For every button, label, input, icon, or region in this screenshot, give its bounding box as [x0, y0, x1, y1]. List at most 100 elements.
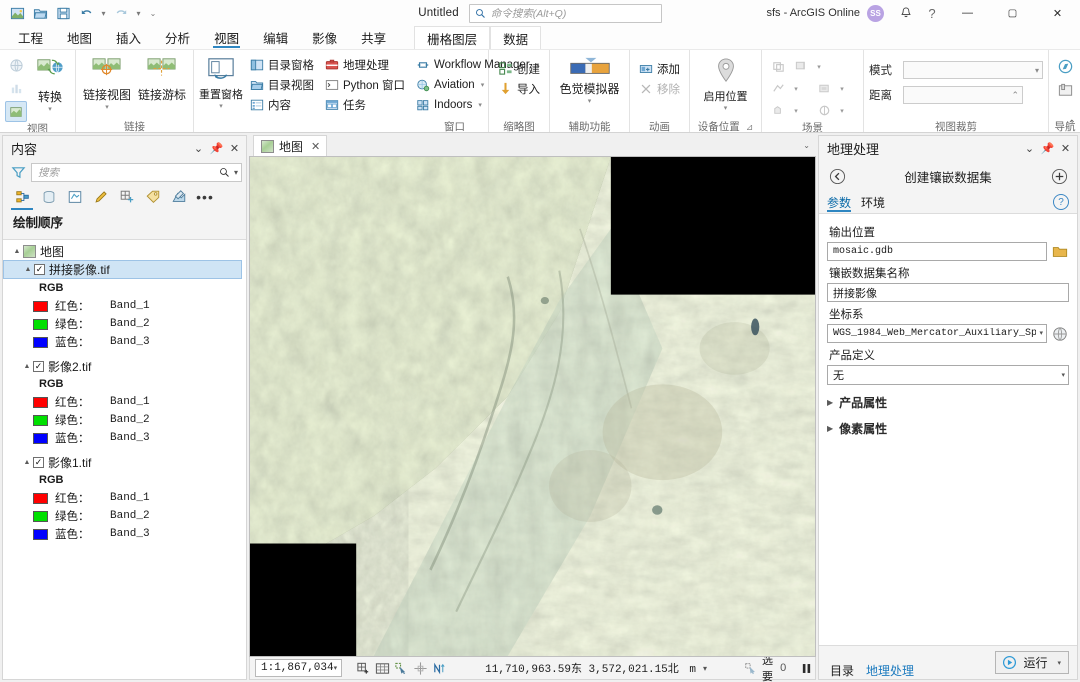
view-tabs-overflow-icon[interactable]: ⌄ — [803, 141, 810, 150]
chevron-down-icon[interactable]: ▾ — [481, 81, 485, 89]
band-color-swatch[interactable] — [33, 414, 48, 426]
band-color-swatch[interactable] — [33, 510, 48, 522]
redo-dropdown-icon[interactable]: ▾ — [133, 3, 144, 23]
dock-tab-geoprocessing[interactable]: 地理处理 — [862, 662, 918, 679]
more-icon[interactable]: ••• — [193, 186, 217, 208]
chevron-down-icon[interactable]: ▾ — [1058, 371, 1065, 379]
list-by-selection-icon[interactable] — [63, 186, 87, 208]
catalog-pane-button[interactable]: 目录窗格 — [246, 55, 318, 74]
question-icon[interactable]: ? — [919, 1, 945, 25]
layer-visibility-checkbox[interactable]: ✓ — [34, 264, 45, 275]
contents-button[interactable]: 内容 — [246, 95, 318, 114]
chevron-down-icon[interactable]: ▾ — [836, 78, 848, 99]
expand-arrow-icon[interactable]: ▲ — [11, 248, 23, 255]
enable-location-button[interactable]: 启用位置 ▾ — [695, 53, 756, 112]
undo-icon[interactable] — [75, 3, 97, 23]
remove-keyframe-button[interactable]: 移除 — [635, 79, 684, 98]
add-data-icon[interactable] — [356, 659, 371, 677]
chevron-down-icon[interactable]: ▾ — [790, 78, 802, 99]
band-color-swatch[interactable] — [33, 396, 48, 408]
tab-data[interactable]: 数据 — [490, 26, 542, 49]
chevron-down-icon[interactable]: ▾ — [836, 100, 848, 121]
contents-search-input[interactable]: 搜索 ▾ — [31, 163, 242, 182]
import-button[interactable]: 导入 — [494, 79, 544, 98]
chevron-down-icon[interactable]: ▾ — [813, 56, 825, 77]
map-canvas[interactable] — [249, 156, 816, 657]
plus-circle-icon[interactable] — [1049, 166, 1069, 186]
new-project-icon[interactable] — [6, 3, 28, 23]
navigator-icon[interactable] — [1054, 56, 1076, 77]
list-by-data-source-icon[interactable] — [37, 186, 61, 208]
open-project-icon[interactable] — [29, 3, 51, 23]
chevron-right-icon[interactable]: ▶ — [827, 398, 833, 407]
tab-imagery[interactable]: 影像 — [300, 26, 349, 49]
link-cursor-button[interactable]: 链接游标 — [136, 53, 188, 103]
scene-tool-4-icon[interactable] — [813, 78, 835, 99]
chevron-down-icon[interactable]: ▾ — [334, 664, 340, 673]
layer-visibility-checkbox[interactable]: ✓ — [33, 360, 44, 372]
chevron-down-icon[interactable]: ▾ — [219, 103, 223, 110]
tab-raster-layer[interactable]: 栅格图层 — [414, 26, 491, 49]
filter-icon[interactable] — [9, 164, 27, 182]
help-icon[interactable]: ? — [1053, 194, 1069, 210]
list-by-snapping-icon[interactable] — [115, 186, 139, 208]
dialog-launcher-icon[interactable]: ⊿ — [746, 122, 754, 132]
tab-edit[interactable]: 编辑 — [251, 26, 300, 49]
pixel-properties-section[interactable]: ▶ 像素属性 — [827, 420, 1069, 437]
mosaic-dataset-name-input[interactable]: 拼接影像 — [827, 283, 1069, 302]
band-color-swatch[interactable] — [33, 336, 48, 348]
list-by-editing-icon[interactable] — [89, 186, 113, 208]
account-label[interactable]: sfs - ArcGIS Online — [766, 7, 860, 19]
redo-icon[interactable] — [110, 3, 132, 23]
tab-view[interactable]: 视图 — [202, 26, 251, 49]
bookmarks-icon[interactable] — [1054, 80, 1076, 101]
catalog-view-button[interactable]: 目录视图 — [246, 75, 318, 94]
chevron-down-icon[interactable]: ▾ — [724, 105, 728, 112]
tab-parameters[interactable]: 参数 — [827, 191, 852, 213]
clip-mode-combo[interactable]: ▾ — [903, 61, 1043, 79]
output-location-input[interactable]: mosaic.gdb — [827, 242, 1047, 261]
spinner-icon[interactable]: ⌃ — [1011, 90, 1019, 101]
command-search-input[interactable]: 命令搜索(Alt+Q) — [468, 3, 662, 23]
color-vision-simulator-button[interactable]: 色觉模拟器 ▾ — [555, 53, 624, 105]
band-color-swatch[interactable] — [33, 528, 48, 540]
customize-qat-icon[interactable]: ⌄ — [145, 3, 161, 23]
pin-icon[interactable]: 📌 — [208, 140, 225, 157]
minimize-button[interactable]: — — [945, 0, 990, 26]
scene-tool-6-icon[interactable] — [813, 100, 835, 121]
toc-layer-row[interactable]: ▲ ✓ 影像2.tif — [3, 357, 246, 375]
view-tab-map[interactable]: 地图 ✕ — [253, 135, 328, 156]
chevron-down-icon[interactable]: ▾ — [703, 664, 707, 673]
undo-dropdown-icon[interactable]: ▾ — [98, 3, 109, 23]
coordinate-system-combo[interactable]: WGS_1984_Web_Mercator_Auxiliary_Spher ▾ — [827, 324, 1047, 343]
link-views-button[interactable]: 链接视图 ▾ — [81, 53, 133, 111]
chevron-down-icon[interactable]: ▾ — [588, 98, 592, 105]
expand-arrow-icon[interactable]: ▲ — [21, 459, 33, 466]
list-by-diagram-icon[interactable] — [167, 186, 191, 208]
product-definition-combo[interactable]: 无 ▾ — [827, 365, 1069, 385]
list-by-labeling-icon[interactable] — [141, 186, 165, 208]
avatar[interactable]: SS — [867, 4, 884, 22]
python-window-button[interactable]: Python 窗口 — [321, 75, 409, 94]
tasks-button[interactable]: 任务 — [321, 95, 409, 114]
chevron-right-icon[interactable]: ▶ — [827, 424, 833, 433]
back-arrow-icon[interactable] — [827, 166, 847, 186]
collapse-ribbon-icon[interactable]: ⌃ — [1068, 119, 1076, 130]
select-icon[interactable] — [394, 659, 409, 677]
run-button[interactable]: 运行 ▾ — [995, 651, 1069, 674]
basemap-icon[interactable] — [375, 659, 390, 677]
save-project-icon[interactable] — [52, 3, 74, 23]
chevron-down-icon[interactable]: ▾ — [790, 100, 802, 121]
scene-tool-2-icon[interactable] — [790, 56, 812, 77]
map-view-icon[interactable] — [5, 101, 27, 122]
toc-layer-row[interactable]: ▲ ✓ 拼接影像.tif — [3, 260, 242, 279]
list-by-drawing-order-icon[interactable] — [11, 186, 35, 208]
toc-layer-row[interactable]: ▲ ✓ 影像1.tif — [3, 453, 246, 471]
convert-button[interactable]: 转换 ▾ — [30, 53, 70, 113]
tab-analysis[interactable]: 分析 — [153, 26, 202, 49]
chevron-down-icon[interactable]: ▾ — [478, 101, 482, 109]
close-icon[interactable]: ✕ — [1057, 140, 1074, 157]
create-thumbnail-button[interactable]: 创建 — [494, 59, 544, 78]
bell-icon[interactable] — [893, 1, 919, 25]
measure-icon[interactable] — [413, 659, 428, 677]
